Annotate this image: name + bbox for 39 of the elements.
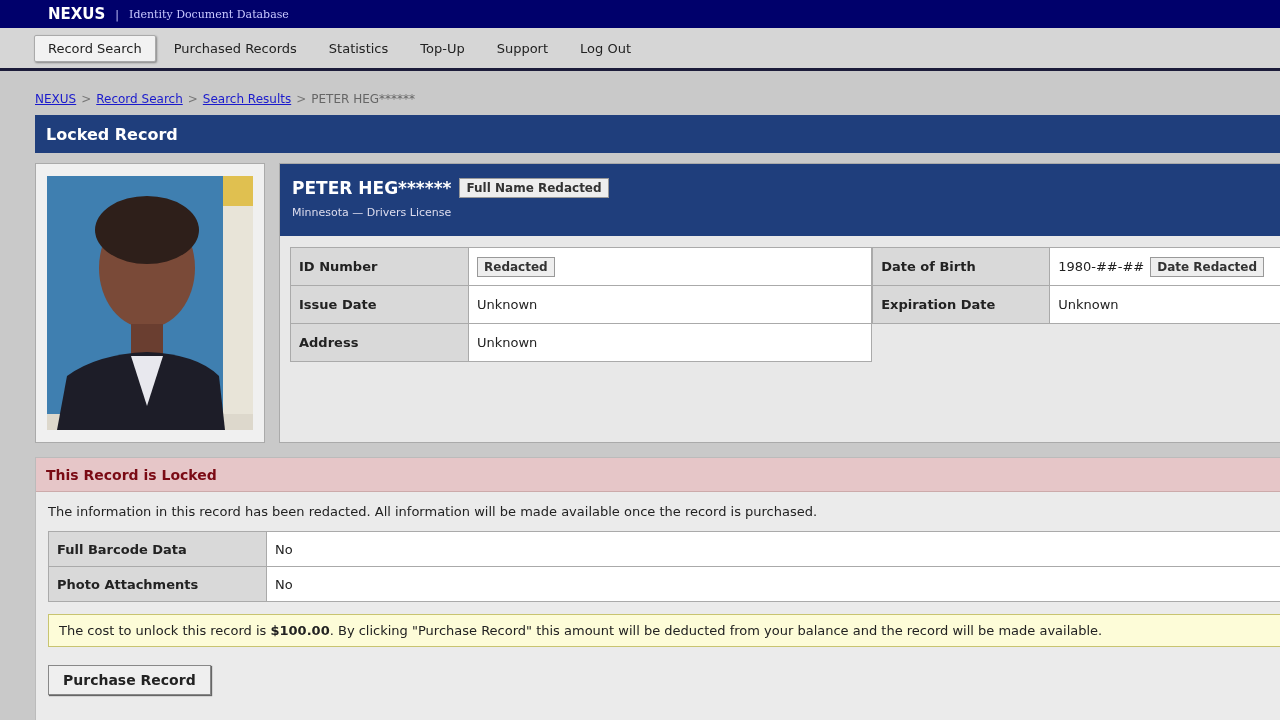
breadcrumb-link[interactable]: Search Results [202,92,292,106]
redacted-tag: Full Name Redacted [459,178,609,198]
nav-tab[interactable]: Support [482,34,563,62]
field-text: Unknown [477,335,538,350]
field-text: Unknown [477,297,538,312]
nav-tab[interactable]: Record Search [34,34,156,62]
field-label: Photo Attachments [49,567,267,602]
brand-name: NEXUS [48,5,106,23]
purchase-button[interactable]: Purchase Record [48,665,211,695]
field-value: No [267,567,1280,602]
field-label: Issue Date [291,286,469,324]
field-text: 1980-##-## [1058,259,1145,274]
nav-tab[interactable]: Statistics [314,34,403,62]
nav-tab[interactable]: Purchased Records [159,34,311,62]
field-label: ID Number [291,248,469,286]
breadcrumb-current: PETER HEG****** [311,92,416,106]
field-value: No [267,532,1280,567]
breadcrumb-separator: > [81,92,92,106]
breadcrumb-separator: > [296,92,307,106]
header-separator: | [115,7,120,21]
redacted-tag: Date Redacted [1150,256,1264,277]
locked-message: The information in this record has been redacted. All information will be made available once the record is purchased. [48,504,819,519]
breadcrumb-separator: > [187,92,198,106]
field-label: Address [291,324,469,362]
field-label: Date of Birth [873,248,1051,286]
header-subtitle: Identity Document Database [129,7,289,21]
redacted-tag: Redacted [477,256,555,277]
locked-title: This Record is Locked [46,466,217,483]
field-label: Expiration Date [873,286,1051,324]
page-title: Locked Record [46,124,178,144]
cost-notice: The cost to unlock this record is $100.00. By clicking "Purchase Record" this amount will be deducted from your balance and the record will be made available. [48,614,1280,647]
breadcrumb-link[interactable]: NEXUS [35,92,77,106]
field-text: Unknown [1058,297,1119,312]
breadcrumb-link[interactable]: Record Search [96,92,183,106]
record-subtitle: Minnesota — Drivers License [292,206,453,219]
nav-tab[interactable]: Log Out [566,34,645,62]
record-name: PETER HEG****** [292,178,452,198]
nav-tab[interactable]: Top-Up [406,34,479,62]
field-label: Full Barcode Data [49,532,267,567]
